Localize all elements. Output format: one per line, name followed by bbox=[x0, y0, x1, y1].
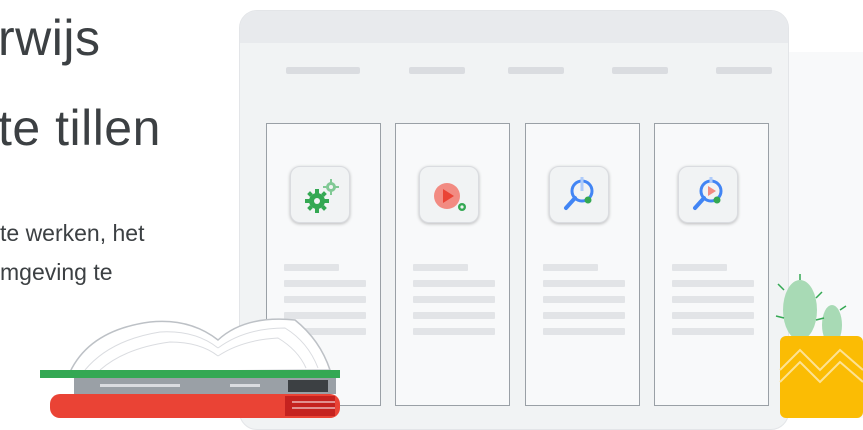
plant-illustration bbox=[775, 274, 863, 418]
course-card-3 bbox=[525, 123, 640, 406]
text-placeholder bbox=[672, 312, 754, 319]
text-placeholder bbox=[284, 280, 366, 287]
nav-placeholder-1 bbox=[286, 67, 360, 74]
course-card-2 bbox=[395, 123, 510, 406]
text-placeholder bbox=[284, 264, 339, 271]
course-card-4 bbox=[654, 123, 769, 406]
nav-placeholder-2 bbox=[409, 67, 465, 74]
gears-icon bbox=[305, 179, 339, 213]
text-placeholder bbox=[543, 280, 625, 287]
search-insights-icon bbox=[564, 177, 594, 210]
text-placeholder bbox=[413, 280, 495, 287]
text-placeholder bbox=[413, 264, 468, 271]
card-thumbnail bbox=[419, 166, 479, 223]
text-placeholder bbox=[543, 296, 625, 303]
body-text-line1: te werken, het bbox=[0, 220, 145, 246]
nav-placeholder-3 bbox=[508, 67, 564, 74]
search-video-icon bbox=[693, 177, 723, 210]
nav-placeholder-4 bbox=[612, 67, 668, 74]
text-placeholder bbox=[672, 280, 754, 287]
browser-top-bar bbox=[240, 11, 788, 43]
text-placeholder bbox=[543, 264, 598, 271]
text-placeholder bbox=[672, 264, 727, 271]
text-placeholder bbox=[413, 296, 495, 303]
text-placeholder bbox=[672, 296, 754, 303]
page-headline-line1: rwijs bbox=[0, 10, 101, 66]
text-placeholder bbox=[413, 328, 495, 335]
card-thumbnail bbox=[290, 166, 350, 223]
page-headline-line2: te tillen bbox=[0, 100, 161, 156]
text-placeholder bbox=[413, 312, 495, 319]
nav-placeholder-5 bbox=[716, 67, 772, 74]
card-thumbnail bbox=[678, 166, 738, 223]
text-placeholder bbox=[543, 328, 625, 335]
card-thumbnail bbox=[549, 166, 609, 223]
books-illustration bbox=[40, 318, 340, 418]
video-play-icon bbox=[434, 183, 466, 211]
body-text-line2: mgeving te bbox=[0, 259, 113, 285]
text-placeholder bbox=[543, 312, 625, 319]
text-placeholder bbox=[672, 328, 754, 335]
